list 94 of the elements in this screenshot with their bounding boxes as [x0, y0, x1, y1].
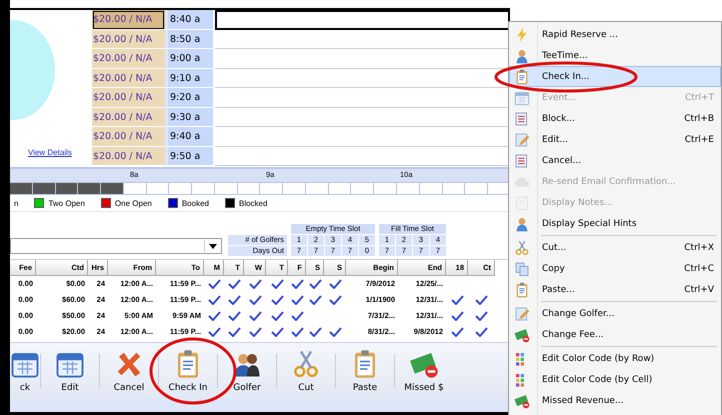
- check-icon: [290, 295, 304, 305]
- check-icon: [228, 295, 240, 305]
- time-cell: 8:50 a: [165, 30, 213, 49]
- view-details-link[interactable]: View Details: [28, 148, 72, 157]
- check-icon: [248, 327, 262, 337]
- toolbar-button[interactable]: Cancel: [100, 347, 158, 395]
- money-icon: [514, 326, 530, 342]
- dropdown[interactable]: [10, 238, 222, 254]
- check-icon: [228, 327, 240, 337]
- legend-label: Blocked: [238, 198, 268, 208]
- check-icon: [290, 311, 304, 321]
- list-icon: [514, 110, 530, 126]
- legend-label: Booked: [182, 198, 209, 208]
- menu-item[interactable]: TeeTime...: [509, 45, 721, 66]
- check-icon: [290, 327, 304, 337]
- note-icon: [514, 194, 530, 210]
- toolbar-button[interactable]: Missed $: [395, 347, 453, 395]
- check-icon: [248, 295, 262, 305]
- time-cell: 9:50 a: [165, 146, 213, 166]
- menu-item[interactable]: Edit Color Code (by Row): [509, 348, 721, 369]
- toolbar-button[interactable]: Edit: [41, 347, 99, 395]
- toolbar-button[interactable]: Golfer: [218, 347, 276, 395]
- menu-item[interactable]: Cancel...: [509, 150, 721, 171]
- legend-label: One Open: [114, 198, 152, 208]
- person-icon: [514, 216, 530, 232]
- clipboard-icon: [514, 68, 530, 84]
- check-icon: [475, 311, 488, 321]
- check-icon: [270, 311, 284, 321]
- pencil-icon: [514, 132, 530, 148]
- time-cell: 9:40 a: [165, 127, 213, 146]
- money-icon: [514, 392, 530, 408]
- tee-time-slot[interactable]: [215, 10, 510, 30]
- menu-item[interactable]: Rapid Reserve ...: [509, 24, 721, 45]
- time-cell: 9:30 a: [165, 108, 213, 127]
- check-icon: [308, 279, 322, 289]
- toolbar-button[interactable]: ck: [10, 347, 40, 395]
- check-icon: [208, 311, 220, 321]
- menu-item[interactable]: Check In...: [509, 66, 721, 87]
- fee-cell: $20.00 / N/A: [92, 146, 165, 166]
- check-icon: [228, 311, 240, 321]
- check-icon: [248, 279, 262, 289]
- check-icon: [308, 327, 322, 337]
- time-cell: 9:10 a: [165, 68, 213, 88]
- menu-item[interactable]: Change Fee...: [509, 324, 721, 345]
- fee-cell: $20.00 / N/A: [92, 127, 165, 146]
- fee-cell: $20.00 / N/A: [92, 68, 165, 88]
- check-icon: [270, 295, 284, 305]
- menu-item[interactable]: Edit... Ctrl+E: [509, 129, 721, 150]
- menu-item[interactable]: Change Golfer...: [509, 303, 721, 324]
- fee-cell: $20.00 / N/A: [92, 108, 165, 127]
- check-icon: [475, 327, 488, 337]
- check-icon: [328, 295, 342, 305]
- time-cell: 9:00 a: [165, 49, 213, 68]
- menu-item[interactable]: Block... Ctrl+B: [509, 108, 721, 129]
- clipboard-icon: [514, 282, 530, 298]
- check-icon: [328, 327, 342, 337]
- check-icon: [228, 279, 240, 289]
- check-icon: [450, 311, 464, 321]
- check-icon: [308, 295, 322, 305]
- check-icon: [450, 327, 464, 337]
- copy-icon: [514, 260, 530, 276]
- check-icon: [208, 327, 220, 337]
- legend-label: n: [14, 198, 18, 208]
- check-icon: [450, 295, 464, 305]
- check-icon: [475, 295, 488, 305]
- menu-item[interactable]: Paste... Ctrl+V: [509, 279, 721, 300]
- check-icon: [208, 295, 220, 305]
- scissors-icon: [514, 240, 530, 256]
- scissors-icon: [291, 349, 321, 379]
- fee-cell: $20.00 / N/A: [92, 88, 165, 108]
- person-icon: [514, 48, 530, 64]
- check-icon: [270, 279, 284, 289]
- pencil-icon: [514, 306, 530, 322]
- fee-cell: $20.00 / N/A: [92, 30, 165, 49]
- menu-item[interactable]: Edit Color Code (by Cell): [509, 369, 721, 390]
- time-cell: 8:40 a: [165, 10, 213, 30]
- time-cell: 9:20 a: [165, 88, 213, 108]
- check-icon: [208, 279, 220, 289]
- fee-cell: $20.00 / N/A: [92, 10, 165, 30]
- menu-item[interactable]: Missed Revenue...: [509, 390, 721, 411]
- list-icon: [514, 152, 530, 168]
- check-icon: [290, 279, 304, 289]
- menu-item[interactable]: Cut... Ctrl+X: [509, 237, 721, 258]
- legend-label: Two Open: [48, 198, 85, 208]
- toolbar-button[interactable]: Check In: [159, 347, 217, 395]
- check-icon: [270, 327, 284, 337]
- calendar-icon: [514, 90, 530, 106]
- toolbar-button[interactable]: Paste: [336, 347, 394, 395]
- toolbar-button[interactable]: Cut: [277, 347, 335, 395]
- menu-item[interactable]: Display Special Hints: [509, 213, 721, 234]
- fee-cell: $20.00 / N/A: [92, 49, 165, 68]
- check-icon: [248, 311, 262, 321]
- menu-item[interactable]: Copy Ctrl+C: [509, 258, 721, 279]
- check-icon: [328, 279, 342, 289]
